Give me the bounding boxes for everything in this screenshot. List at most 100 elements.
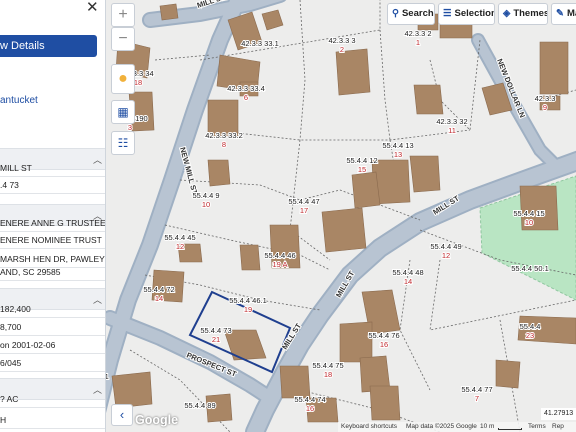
search-icon: ⚲: [392, 8, 399, 19]
parcel-id-label: 42.3.3 3: [328, 36, 355, 45]
house-number-label: 19 A: [272, 260, 287, 269]
map-type-icon[interactable]: ▦: [111, 100, 135, 124]
parcel-id-label: 55.4.4 46.1: [229, 296, 267, 305]
house-number-label: 10: [525, 218, 533, 227]
house-number-label: 15: [358, 165, 366, 174]
coordinate-readout: 41.27913: [541, 408, 576, 420]
panel-field-value: on 2001-02-06: [0, 340, 56, 350]
panel-field-value: ENERE ANNE G TRUSTEE: [0, 218, 106, 228]
house-number-label: 23: [526, 331, 534, 340]
house-number-label: 9: [543, 103, 547, 112]
panel-field-value: 182,400: [0, 304, 31, 314]
divider: [0, 280, 105, 281]
house-number-label: 18: [134, 78, 142, 87]
chevron-up-icon[interactable]: ︿: [93, 383, 102, 396]
house-number-label: 13: [394, 150, 402, 159]
parcel-id-label: 55.4.4 46: [264, 251, 295, 260]
house-number-label: 16: [380, 340, 388, 349]
house-number-label: 14: [404, 277, 412, 286]
panel-field-value: AND, SC 29585: [0, 267, 61, 277]
themes-button[interactable]: ◈ Themes: [498, 3, 548, 25]
google-logo: Google: [135, 413, 179, 427]
selection-button[interactable]: ☰ Selection: [438, 3, 495, 25]
house-number-label: 14: [155, 294, 163, 303]
panel-field-value: MARSH HEN DR, PAWLEYS: [0, 254, 106, 264]
house-number-label: 17: [300, 206, 308, 215]
parcel-id-label: 42.3.3: [535, 94, 556, 103]
parcel-id-label: 42.3.3 32: [436, 117, 467, 126]
terms-link[interactable]: Terms: [528, 422, 546, 432]
panel-field-value: MILL ST: [0, 163, 32, 173]
divider: [0, 335, 105, 336]
view-details-button[interactable]: w Details: [0, 35, 97, 57]
close-icon[interactable]: ✕: [86, 0, 99, 15]
town-link[interactable]: antucket: [0, 95, 38, 106]
parcel-id-label: 42.3.3 33.1: [241, 39, 279, 48]
house-number-label: 2: [340, 45, 344, 54]
parcel-id-label: 55.4.4 76: [368, 331, 399, 340]
themes-icon: ◈: [503, 8, 511, 19]
divider: [0, 317, 105, 318]
divider: [0, 407, 105, 408]
map-data-attribution: Map data ©2025 Google: [406, 423, 477, 430]
chevron-up-icon[interactable]: ︿: [93, 293, 102, 306]
divider: [0, 193, 105, 194]
house-number-label: 1: [416, 38, 420, 47]
parcel-id-label: 55.4.4 74: [294, 395, 325, 404]
parcel-id-label: 55.4.4 75: [312, 361, 343, 370]
panel-field-value: .4 73: [0, 180, 19, 190]
zoom-in-button[interactable]: +: [111, 3, 135, 27]
search-button[interactable]: ⚲ Search: [387, 3, 435, 25]
parcel-id-label: 55.4.4 77: [461, 385, 492, 394]
divider: [0, 353, 105, 354]
parcel-id-label: 55.4.4 47: [288, 197, 319, 206]
divider: [0, 231, 105, 232]
house-number-label: 12: [176, 242, 184, 251]
house-number-label: 8: [222, 140, 226, 149]
markup-label: Ma: [566, 8, 576, 19]
parcel-id-label: 42.3.3 33.4: [227, 84, 265, 93]
parcel-id-label: 55.4.4 72: [143, 285, 174, 294]
house-number-label: 7: [475, 394, 479, 403]
house-number-label: 16: [306, 404, 314, 413]
parcel-id-label: 55.4.4 48: [392, 268, 423, 277]
parcel-id-label: 42.3.3 2: [404, 29, 431, 38]
keyboard-shortcuts-link[interactable]: Keyboard shortcuts: [341, 422, 397, 432]
divider: [0, 176, 105, 177]
zoom-out-button[interactable]: −: [111, 27, 135, 51]
house-number-label: 10: [202, 200, 210, 209]
panel-field-value: 6/045: [0, 358, 22, 368]
house-number-label: 18: [324, 370, 332, 379]
parcel-id-label: 55.4.4 15: [513, 209, 544, 218]
panel-field-value: ? AC: [0, 394, 19, 404]
parcel-id-label: 55.4.4: [520, 322, 541, 331]
parcel-id-label: 55.4.4 12: [346, 156, 377, 165]
chevron-up-icon[interactable]: ︿: [93, 153, 102, 166]
scale-bar: [498, 428, 522, 430]
collapse-panel-button[interactable]: ‹: [111, 404, 133, 426]
divider: [0, 428, 105, 429]
selection-icon: ☰: [443, 8, 452, 19]
selection-label: Selection: [454, 8, 495, 19]
panel-field-value: 8,700: [0, 322, 22, 332]
parcel-id-label: 55.4.4 45: [164, 233, 195, 242]
house-number-label: 6: [244, 93, 248, 102]
house-number-label: 19: [244, 305, 252, 314]
layers-icon[interactable]: ☷: [111, 131, 135, 155]
house-number-label: 21: [212, 335, 220, 344]
panel-field-value: H: [0, 415, 7, 425]
parcel-id-label: 55.4.4 73: [200, 326, 231, 335]
parcel-id-label: 55.4.4 49: [430, 242, 461, 251]
themes-label: Themes: [513, 8, 548, 19]
scale-label: 10 m: [480, 423, 495, 430]
street-view-pegman-icon[interactable]: ●: [111, 64, 135, 94]
house-number-label: 12: [442, 251, 450, 260]
report-link[interactable]: Rep: [552, 422, 564, 432]
parcel-id-label: 55.4.4 13: [382, 141, 413, 150]
parcel-id-label: 55.4.4 50.1: [511, 264, 549, 273]
panel-field-value: ENERE NOMINEE TRUST: [0, 235, 102, 245]
search-label: Search: [401, 8, 434, 19]
divider: [0, 371, 105, 372]
parcel-id-label: 55.4.4 9: [192, 191, 219, 200]
markup-button[interactable]: ✎Ma: [551, 3, 576, 25]
